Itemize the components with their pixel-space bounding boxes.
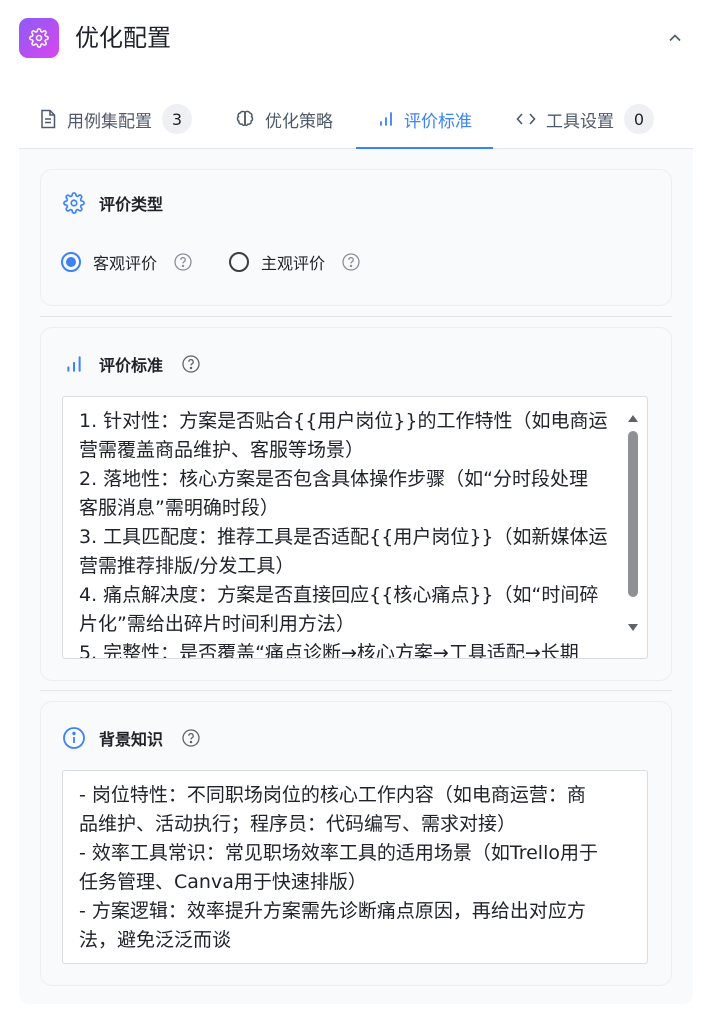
eval-type-header: 评价类型 xyxy=(61,190,163,216)
header: 优化配置 xyxy=(19,18,691,58)
count-badge: 3 xyxy=(162,104,192,134)
help-icon[interactable] xyxy=(181,354,201,374)
divider xyxy=(40,690,672,691)
background-card: 背景知识 - 岗位特性：不同职场岗位的核心工作内容（如电商运营：商 品维护、活动… xyxy=(40,701,672,986)
bar-chart-icon xyxy=(61,351,87,377)
text-line: 法，避免泛泛而谈 xyxy=(79,929,232,951)
tab-label: 评价标准 xyxy=(404,111,472,132)
scroll-up-arrow-icon[interactable] xyxy=(628,415,638,422)
scroll-down-arrow-icon[interactable] xyxy=(628,624,638,631)
radio-objective[interactable]: 客观评价 xyxy=(61,250,193,274)
settings-panel: 评价类型 客观评价 主观评价 评价标准 1. 针对性：方案是否贴合{{用户岗位}… xyxy=(19,149,693,1004)
bar-chart-icon xyxy=(378,111,394,127)
help-icon[interactable] xyxy=(181,728,201,748)
tab-optimization-strategy[interactable]: 优化策略 xyxy=(235,90,333,148)
chevron-up-icon[interactable] xyxy=(663,26,687,50)
help-icon[interactable] xyxy=(173,252,193,272)
text-line: 1. 针对性：方案是否贴合{{用户岗位}}的工作特性（如电商运 xyxy=(79,410,608,432)
radio-selected-icon[interactable] xyxy=(61,252,81,272)
scrollbar-thumb[interactable] xyxy=(628,431,638,597)
eval-type-card: 评价类型 客观评价 主观评价 xyxy=(40,169,672,306)
tab-bar: 用例集配置 3 优化策略 评价标准 工具设置 0 xyxy=(19,90,693,149)
text-line: 品维护、活动执行；程序员：代码编写、需求对接） xyxy=(79,813,517,835)
text-line: 5. 完整性：是否覆盖“痛点诊断→核心方案→工具适配→长期 xyxy=(79,642,579,659)
tab-label: 工具设置 xyxy=(546,111,614,132)
text-line: - 岗位特性：不同职场岗位的核心工作内容（如电商运营：商 xyxy=(79,784,586,806)
code-icon xyxy=(516,111,536,127)
eval-type-radio-group: 客观评价 主观评价 xyxy=(61,250,397,274)
gear-icon xyxy=(61,190,87,216)
text-line: 任务管理、Canva用于快速排版） xyxy=(79,871,367,893)
section-title: 评价标准 xyxy=(99,356,164,375)
text-line: 3. 工具匹配度：推荐工具是否适配{{用户岗位}}（如新媒体运 xyxy=(79,526,608,548)
text-line: 2. 落地性：核心方案是否包含具体操作步骤（如“分时段处理 xyxy=(79,468,589,490)
section-title: 背景知识 xyxy=(99,730,164,749)
background-header: 背景知识 xyxy=(61,725,201,751)
radio-label: 主观评价 xyxy=(261,254,326,273)
text-line: - 方案逻辑：效率提升方案需先诊断痛点原因，再给出对应方 xyxy=(79,900,586,922)
tab-test-cases[interactable]: 用例集配置 3 xyxy=(39,90,192,148)
tab-label: 优化策略 xyxy=(265,111,333,132)
radio-subjective[interactable]: 主观评价 xyxy=(229,250,361,274)
tab-label: 用例集配置 xyxy=(67,111,152,132)
text-line: 营需推荐排版/分发工具） xyxy=(79,555,295,577)
brain-icon xyxy=(235,109,255,129)
page-title: 优化配置 xyxy=(75,24,171,52)
count-badge: 0 xyxy=(624,104,654,134)
criteria-textarea[interactable]: 1. 针对性：方案是否贴合{{用户岗位}}的工作特性（如电商运 营需覆盖商品维护… xyxy=(62,396,648,659)
background-textarea[interactable]: - 岗位特性：不同职场岗位的核心工作内容（如电商运营：商 品维护、活动执行；程序… xyxy=(62,770,648,964)
criteria-header: 评价标准 xyxy=(61,351,201,377)
text-line: 片化”需给出碎片时间利用方法） xyxy=(79,613,355,635)
document-icon xyxy=(39,109,57,129)
help-icon[interactable] xyxy=(341,252,361,272)
divider xyxy=(40,316,672,317)
gear-icon xyxy=(19,18,59,58)
tab-tool-settings[interactable]: 工具设置 0 xyxy=(516,90,654,148)
criteria-card: 评价标准 1. 针对性：方案是否贴合{{用户岗位}}的工作特性（如电商运 营需覆… xyxy=(40,327,672,681)
text-line: - 效率工具常识：常见职场效率工具的适用场景（如Trello用于 xyxy=(79,842,598,864)
scrollbar[interactable] xyxy=(623,405,643,639)
radio-unselected-icon[interactable] xyxy=(229,252,250,272)
info-icon xyxy=(61,725,87,751)
section-title: 评价类型 xyxy=(99,195,164,214)
text-line: 营需覆盖商品维护、客服等场景） xyxy=(79,439,365,461)
text-line: 4. 痛点解决度：方案是否直接回应{{核心痛点}}（如“时间碎 xyxy=(79,584,599,606)
radio-label: 客观评价 xyxy=(93,254,158,273)
tab-evaluation-criteria[interactable]: 评价标准 xyxy=(356,90,493,149)
text-line: 客服消息”需明确时段） xyxy=(79,497,279,519)
